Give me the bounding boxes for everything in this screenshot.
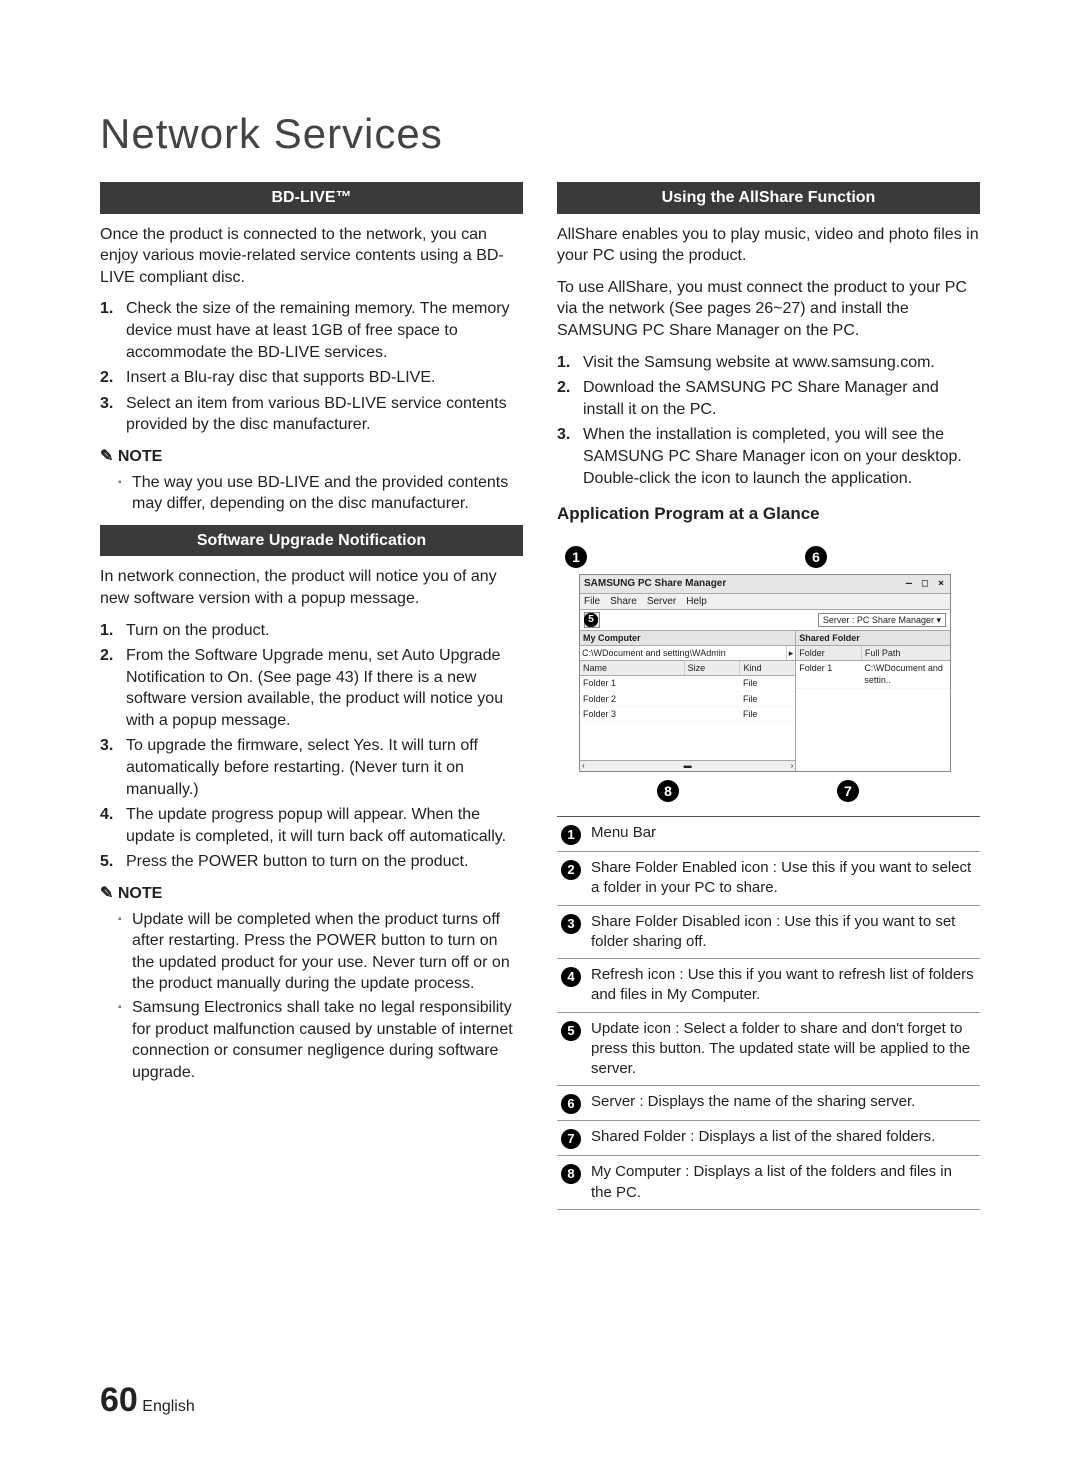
legend-item: Share Folder Disabled icon : Use this if…	[591, 912, 976, 953]
callout-legend: 1Menu Bar 2Share Folder Enabled icon : U…	[557, 816, 980, 1210]
app-toolbar: 2 3 4 5 Server : PC Share Manager ▾	[580, 610, 950, 631]
page-title: Network Services	[100, 110, 980, 158]
left-headers: Name Size Kind	[580, 661, 795, 676]
table-row: Folder 3File	[580, 707, 795, 722]
allshare-intro1: AllShare enables you to play music, vide…	[557, 224, 980, 267]
app-titlebar: SAMSUNG PC Share Manager – □ ×	[580, 575, 950, 594]
app-diagram: 1 6 8 7 SAMSUNG PC Share Manager – □ × F…	[557, 546, 980, 806]
table-row: Folder 2File	[580, 692, 795, 707]
bdlive-steps: 1.Check the size of the remaining memory…	[100, 298, 523, 436]
legend-item: Server : Displays the name of the sharin…	[591, 1092, 976, 1112]
legend-item: My Computer : Displays a list of the fol…	[591, 1162, 976, 1203]
table-row: Folder 1 C:\WDocument and settin..	[796, 661, 950, 688]
path-go-icon: ▸	[787, 646, 796, 660]
left-column: BD-LIVE™ Once the product is connected t…	[100, 176, 523, 1210]
app-window: SAMSUNG PC Share Manager – □ × File Shar…	[579, 574, 951, 772]
software-steps: 1.Turn on the product. 2.From the Softwa…	[100, 620, 523, 874]
software-note: Update will be completed when the produc…	[100, 909, 523, 1084]
legend-item: Menu Bar	[591, 823, 976, 843]
shared-folder-title: Shared Folder	[796, 631, 950, 646]
app-menubar: File Share Server Help	[580, 594, 950, 611]
section-heading-software: Software Upgrade Notification	[100, 525, 523, 557]
application-subhead: Application Program at a Glance	[557, 503, 980, 526]
page-footer: 60 English	[100, 1381, 195, 1420]
section-heading-allshare: Using the AllShare Function	[557, 182, 980, 214]
page-number: 60	[100, 1381, 138, 1419]
legend-item: Share Folder Enabled icon : Use this if …	[591, 858, 976, 899]
menu-server: Server	[647, 595, 676, 609]
my-computer-pane: My Computer C:\WDocument and setting\WAd…	[580, 631, 796, 771]
menu-share: Share	[610, 595, 637, 609]
manual-page: Network Services BD-LIVE™ Once the produ…	[0, 0, 1080, 1478]
allshare-intro2: To use AllShare, you must connect the pr…	[557, 277, 980, 342]
page-language: English	[142, 1398, 194, 1415]
menu-help: Help	[686, 595, 707, 609]
note-label: NOTE	[100, 883, 523, 905]
my-computer-title: My Computer	[580, 631, 795, 646]
server-display: Server : PC Share Manager ▾	[818, 613, 946, 627]
window-buttons: – □ ×	[906, 577, 946, 591]
legend-item: Update icon : Select a folder to share a…	[591, 1019, 976, 1080]
callout-8: 8	[657, 780, 679, 802]
shared-folder-pane: Shared Folder Folder Full Path Folder 1 …	[796, 631, 950, 771]
callout-7: 7	[837, 780, 859, 802]
right-column: Using the AllShare Function AllShare ena…	[557, 176, 980, 1210]
callout-6: 6	[805, 546, 827, 568]
table-row: Folder 1File	[580, 676, 795, 691]
bdlive-intro: Once the product is connected to the net…	[100, 224, 523, 289]
app-title-text: SAMSUNG PC Share Manager	[584, 577, 726, 591]
callout-5: 5	[584, 613, 598, 627]
legend-item: Refresh icon : Use this if you want to r…	[591, 965, 976, 1006]
scrollbar: ‹▬›	[580, 760, 795, 771]
software-intro: In network connection, the product will …	[100, 566, 523, 609]
path-field: C:\WDocument and setting\WAdmin	[580, 646, 787, 660]
bdlive-note: The way you use BD-LIVE and the provided…	[100, 472, 523, 515]
callout-1: 1	[565, 546, 587, 568]
allshare-steps: 1.Visit the Samsung website at www.samsu…	[557, 352, 980, 490]
legend-item: Shared Folder : Displays a list of the s…	[591, 1127, 976, 1147]
right-headers: Folder Full Path	[796, 646, 950, 661]
note-label: NOTE	[100, 446, 523, 468]
section-heading-bdlive: BD-LIVE™	[100, 182, 523, 214]
menu-file: File	[584, 595, 600, 609]
